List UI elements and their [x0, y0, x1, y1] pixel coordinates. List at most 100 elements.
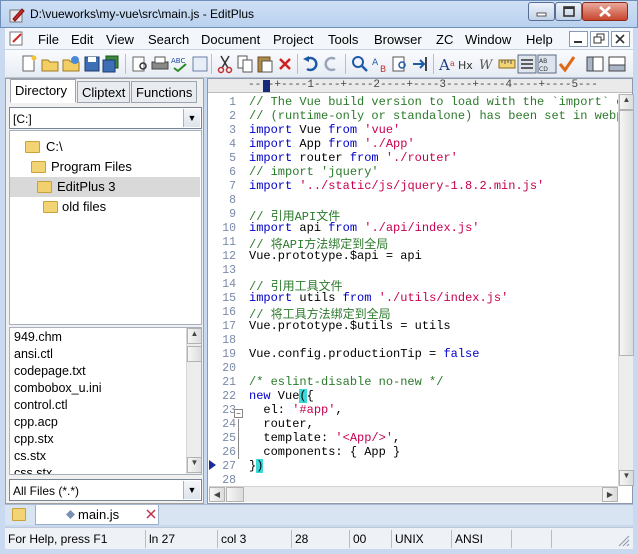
- menu-view[interactable]: View: [106, 32, 134, 47]
- menu-edit[interactable]: Edit: [71, 32, 93, 47]
- scroll-left-icon[interactable]: ◀: [209, 487, 225, 502]
- directory-window-icon[interactable]: [585, 54, 605, 74]
- print-icon[interactable]: [150, 54, 170, 74]
- cut-icon[interactable]: [215, 54, 235, 74]
- tab-cliptext[interactable]: Cliptext: [77, 81, 130, 103]
- code-line[interactable]: // The Vue build version to load with th…: [249, 95, 618, 109]
- code-line[interactable]: import utils from './utils/index.js': [249, 291, 508, 305]
- editor-vertical-scrollbar[interactable]: ▲ ▼: [618, 94, 634, 486]
- list-item[interactable]: cpp.stx: [14, 432, 54, 449]
- open-remote-icon[interactable]: [61, 54, 81, 74]
- code-line[interactable]: import Vue from 'vue': [249, 123, 400, 137]
- code-editor[interactable]: ----+----1----+----2----+----3----+----4…: [207, 78, 634, 504]
- hex-viewer-icon[interactable]: Hx: [457, 54, 477, 74]
- code-line[interactable]: Vue.prototype.$utils = utils: [249, 319, 451, 333]
- html-toolbar-icon[interactable]: [190, 54, 210, 74]
- code-line[interactable]: router,: [249, 417, 313, 431]
- list-item[interactable]: control.ctl: [14, 398, 68, 415]
- menu-search[interactable]: Search: [148, 32, 189, 47]
- scroll-thumb[interactable]: [226, 487, 244, 502]
- editplus-app-icon[interactable]: [9, 7, 25, 23]
- goto-line-icon[interactable]: [410, 54, 430, 74]
- save-all-icon[interactable]: [101, 54, 121, 74]
- tree-item-old-files[interactable]: old files: [10, 197, 200, 217]
- copy-icon[interactable]: [235, 54, 255, 74]
- resize-grip-icon[interactable]: [617, 534, 630, 547]
- status-encoding[interactable]: ANSI: [451, 530, 511, 548]
- menu-window[interactable]: Window: [465, 32, 511, 47]
- delete-icon[interactable]: [275, 54, 295, 74]
- directory-tree[interactable]: C:\ Program Files EditPlus 3 old files: [9, 130, 202, 325]
- drive-select[interactable]: [C:] ▼: [9, 107, 202, 129]
- scroll-down-icon[interactable]: ▼: [187, 457, 201, 473]
- file-list[interactable]: 949.chm ansi.ctl codepage.txt combobox_u…: [9, 327, 202, 475]
- redo-icon[interactable]: [321, 54, 341, 74]
- word-wrap-icon[interactable]: W: [477, 54, 497, 74]
- code-line[interactable]: /* eslint-disable no-new */: [249, 375, 443, 389]
- status-file-format[interactable]: UNIX: [391, 530, 451, 548]
- code-line[interactable]: // (runtime-only or standalone) has been…: [249, 109, 618, 123]
- save-icon[interactable]: [82, 54, 102, 74]
- close-button[interactable]: [582, 2, 628, 21]
- scroll-up-icon[interactable]: ▲: [619, 94, 634, 110]
- list-item[interactable]: combobox_u.ini: [14, 381, 102, 398]
- code-line[interactable]: // import 'jquery': [249, 165, 379, 179]
- minimize-button[interactable]: [528, 2, 555, 21]
- output-window-icon[interactable]: [607, 54, 627, 74]
- tree-item-editplus-3[interactable]: EditPlus 3: [10, 177, 200, 197]
- menu-tools[interactable]: Tools: [328, 32, 358, 47]
- document-tab[interactable]: main.js: [35, 505, 159, 525]
- checkmark-icon[interactable]: [557, 54, 577, 74]
- find-in-files-icon[interactable]: [390, 54, 410, 74]
- undo-icon[interactable]: [301, 54, 321, 74]
- chevron-down-icon[interactable]: ▼: [183, 109, 200, 127]
- scroll-up-icon[interactable]: ▲: [187, 328, 201, 344]
- scroll-thumb[interactable]: [619, 110, 634, 356]
- menu-zc[interactable]: ZC: [436, 32, 453, 47]
- code-line[interactable]: el: '#app',: [249, 403, 342, 417]
- code-line[interactable]: Vue.prototype.$api = api: [249, 249, 422, 263]
- code-line[interactable]: import api from './api/index.js': [249, 221, 479, 235]
- code-line[interactable]: components: { App }: [249, 445, 400, 459]
- list-item[interactable]: ansi.ctl: [14, 347, 53, 364]
- code-line[interactable]: template: '<App/>',: [249, 431, 400, 445]
- tab-directory[interactable]: Directory: [10, 79, 76, 103]
- menu-help[interactable]: Help: [526, 32, 553, 47]
- folder-icon[interactable]: [12, 508, 26, 521]
- fold-toggle-icon[interactable]: −: [234, 409, 243, 418]
- code-line[interactable]: Vue.config.productionTip = false: [249, 347, 479, 361]
- menu-file[interactable]: File: [38, 32, 59, 47]
- file-list-scrollbar[interactable]: ▲ ▼: [186, 328, 201, 474]
- line-number-toggle-icon[interactable]: [517, 54, 537, 74]
- code-area[interactable]: // The Vue build version to load with th…: [208, 94, 618, 486]
- code-line[interactable]: new Vue({: [249, 389, 314, 403]
- find-icon[interactable]: [350, 54, 370, 74]
- open-folder-icon[interactable]: [40, 54, 60, 74]
- paste-icon[interactable]: [255, 54, 275, 74]
- close-tab-icon[interactable]: [146, 509, 156, 519]
- replace-icon[interactable]: AB: [370, 54, 390, 74]
- tree-item-program-files[interactable]: Program Files: [10, 157, 200, 177]
- new-file-icon[interactable]: [19, 54, 39, 74]
- mdi-minimize-button[interactable]: [569, 31, 588, 47]
- code-line[interactable]: import router from './router': [249, 151, 458, 165]
- scroll-down-icon[interactable]: ▼: [619, 470, 634, 486]
- document-menu-icon[interactable]: [9, 31, 24, 46]
- code-line[interactable]: }): [249, 459, 264, 473]
- menu-project[interactable]: Project: [273, 32, 313, 47]
- list-item[interactable]: codepage.txt: [14, 364, 86, 381]
- mdi-close-button[interactable]: [611, 31, 630, 47]
- font-icon[interactable]: Aa: [437, 54, 457, 74]
- tree-item-c-drive[interactable]: C:\: [10, 137, 200, 157]
- menu-document[interactable]: Document: [201, 32, 260, 47]
- tab-functions[interactable]: Functions: [131, 81, 197, 103]
- scroll-right-icon[interactable]: ▶: [602, 487, 618, 502]
- ruler-toggle-icon[interactable]: [497, 54, 517, 74]
- code-line[interactable]: import App from './App': [249, 137, 415, 151]
- spell-check-icon[interactable]: ABC: [170, 54, 190, 74]
- sort-lines-icon[interactable]: ABCD: [537, 54, 557, 74]
- list-item[interactable]: css.stx: [14, 466, 52, 474]
- maximize-button[interactable]: [555, 2, 582, 21]
- file-filter-select[interactable]: All Files (*.*) ▼: [9, 479, 202, 501]
- print-preview-icon[interactable]: [130, 54, 150, 74]
